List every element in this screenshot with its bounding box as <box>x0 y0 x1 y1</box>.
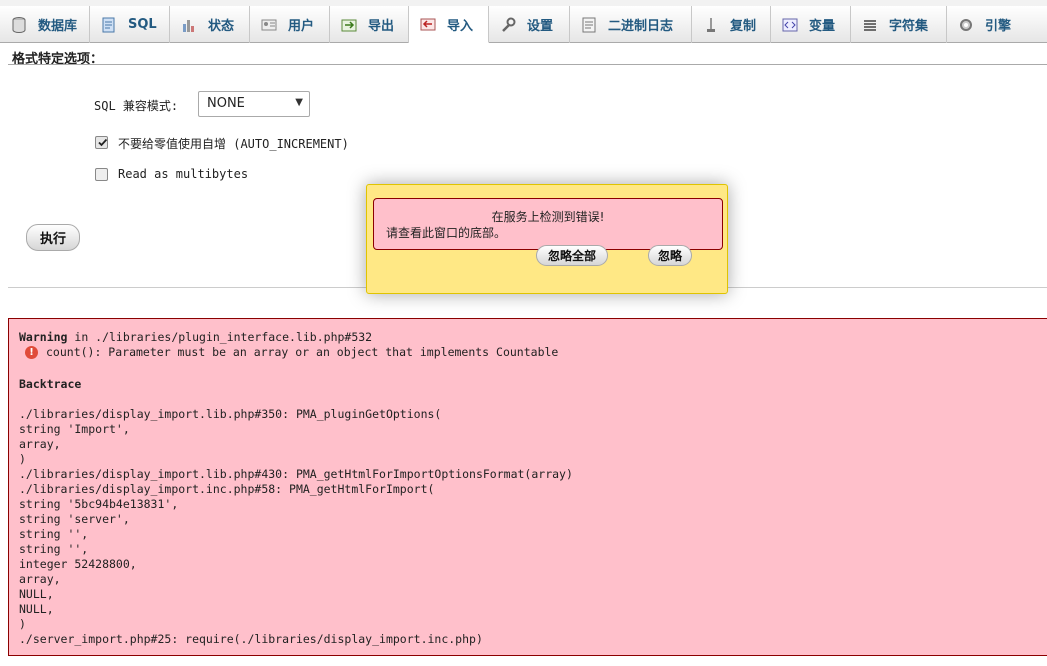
warning-line: Warning in ./libraries/plugin_interface.… <box>19 330 372 344</box>
tab-settings[interactable]: 设置 <box>489 6 570 43</box>
trace-line: string 'Import', <box>19 422 130 436</box>
tab-replication[interactable]: 复制 <box>692 6 771 43</box>
tab-label: 字符集 <box>889 19 929 34</box>
export-icon <box>340 16 358 34</box>
trace-line: ) <box>19 617 26 631</box>
trace-line: ./libraries/display_import.lib.php#350: … <box>19 407 442 421</box>
checkmark-icon <box>98 138 108 147</box>
trace-line: ./libraries/display_import.inc.php#58: P… <box>19 482 435 496</box>
trace-line: string '5bc94b4e13831', <box>19 497 179 511</box>
tab-databases[interactable]: 数据库 <box>0 6 90 43</box>
import-icon <box>419 15 437 33</box>
tab-import[interactable]: 导入 <box>409 6 489 43</box>
error-message: count(): Parameter must be an array or a… <box>46 345 559 359</box>
tab-label: 导出 <box>368 19 395 34</box>
warning-word: Warning <box>19 330 68 344</box>
binlog-icon <box>580 16 598 34</box>
tab-label: 设置 <box>527 19 554 34</box>
tab-charsets[interactable]: 字符集 <box>851 6 947 43</box>
tab-status[interactable]: 状态 <box>170 6 250 43</box>
read-multibytes-checkbox[interactable] <box>95 168 108 181</box>
charset-icon <box>861 16 879 34</box>
tab-label: 数据库 <box>38 19 78 34</box>
trace-line: string 'server', <box>19 512 130 526</box>
tab-label: 变量 <box>809 19 836 34</box>
sql-compat-value: NONE <box>207 96 245 111</box>
tab-variables[interactable]: 变量 <box>771 6 851 43</box>
wrench-icon <box>499 16 517 34</box>
trace-line: NULL, <box>19 602 54 616</box>
tab-label: SQL <box>128 17 157 32</box>
tab-label: 二进制日志 <box>608 19 674 34</box>
trace-line: string '', <box>19 542 89 556</box>
main-tab-bar: 数据库 SQL 状态 用户 导出 导入 设置 二进制日志 复制 变量 字符集 引… <box>0 6 1047 43</box>
execute-button[interactable]: 执行 <box>26 224 80 251</box>
section-divider <box>8 64 1047 65</box>
trace-line: array, <box>19 572 61 586</box>
status-icon <box>180 16 198 34</box>
php-error-box: Warning in ./libraries/plugin_interface.… <box>8 318 1047 656</box>
tab-label: 导入 <box>447 18 474 34</box>
replication-icon <box>702 16 720 34</box>
trace-line: array, <box>19 437 61 451</box>
ignore-all-button[interactable]: 忽略全部 <box>536 245 608 266</box>
trace-line: ) <box>19 452 26 466</box>
no-auto-value-checkbox[interactable] <box>95 136 108 149</box>
error-icon: ! <box>25 346 38 359</box>
trace-line: ./libraries/display_import.lib.php#430: … <box>19 467 573 481</box>
popup-message-box: 在服务上检测到错误! 请查看此窗口的底部。 <box>373 198 723 250</box>
sql-compat-label: SQL 兼容模式: <box>94 99 179 113</box>
popup-line-2: 请查看此窗口的底部。 <box>386 226 507 240</box>
sql-icon <box>100 16 118 34</box>
warning-location: in ./libraries/plugin_interface.lib.php#… <box>67 330 373 344</box>
sql-compat-select[interactable]: NONE ▼ <box>198 91 310 117</box>
trace-line: integer 52428800, <box>19 557 137 571</box>
tab-label: 引擎 <box>985 19 1012 34</box>
error-notification-popup: 在服务上检测到错误! 请查看此窗口的底部。 忽略全部 忽略 <box>366 184 728 294</box>
engine-icon <box>957 16 975 34</box>
popup-line-1: 在服务上检测到错误! <box>491 210 605 224</box>
tab-label: 复制 <box>730 19 757 34</box>
chevron-down-icon: ▼ <box>295 97 303 108</box>
users-icon <box>260 16 278 34</box>
trace-line: ./server_import.php#25: require(./librar… <box>19 632 483 646</box>
tab-export[interactable]: 导出 <box>330 6 409 43</box>
trace-line: NULL, <box>19 587 54 601</box>
tab-engines[interactable]: 引擎 <box>947 6 1047 43</box>
tab-label: 状态 <box>208 19 235 34</box>
variables-icon <box>781 16 799 34</box>
trace-line: string '', <box>19 527 89 541</box>
read-multibytes-label: Read as multibytes <box>118 167 249 181</box>
database-icon <box>10 16 28 34</box>
no-auto-value-label: 不要给零值使用自增 (AUTO_INCREMENT) <box>118 137 349 151</box>
ignore-button[interactable]: 忽略 <box>648 245 692 266</box>
tab-binary-log[interactable]: 二进制日志 <box>570 6 692 43</box>
backtrace-title: Backtrace <box>19 377 82 391</box>
tab-sql[interactable]: SQL <box>90 6 170 43</box>
tab-users[interactable]: 用户 <box>250 6 330 43</box>
tab-label: 用户 <box>288 19 315 34</box>
